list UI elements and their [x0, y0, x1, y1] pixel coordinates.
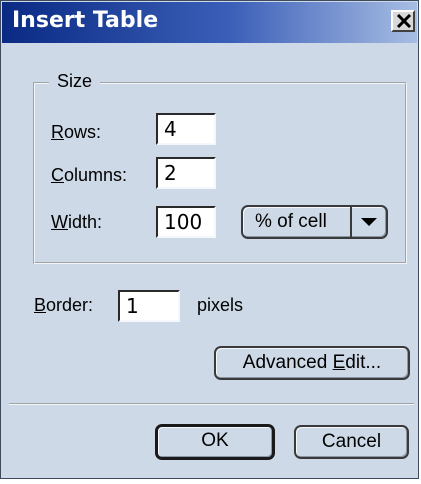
title-bar[interactable]: Insert Table	[2, 2, 417, 43]
width-unit-value: % of cell	[255, 211, 327, 232]
close-icon	[396, 14, 412, 28]
dialog-title: Insert Table	[12, 8, 159, 33]
rows-input[interactable]: 4	[156, 113, 216, 145]
width-label: Width:	[51, 212, 103, 232]
width-input[interactable]: 100	[156, 206, 216, 238]
cancel-button[interactable]: Cancel	[294, 425, 409, 459]
width-unit-dropdown[interactable]: % of cell	[241, 205, 388, 239]
border-input[interactable]: 1	[118, 290, 180, 322]
columns-label: Columns:	[51, 165, 128, 185]
ok-button[interactable]: OK	[155, 424, 275, 460]
border-label: Border:	[34, 295, 94, 315]
border-unit-label: pixels	[197, 295, 244, 315]
chevron-down-icon	[361, 218, 377, 226]
rows-label: Rows:	[51, 122, 102, 142]
insert-table-dialog: Insert Table Size Rows: 4 Columns: 2 Wid…	[0, 0, 419, 479]
separator	[9, 403, 414, 405]
dropdown-arrow[interactable]	[350, 207, 386, 237]
advanced-edit-button[interactable]: Advanced Edit...	[214, 346, 410, 380]
columns-input[interactable]: 2	[156, 157, 216, 189]
size-group-legend: Size	[49, 71, 101, 92]
close-button[interactable]	[391, 10, 415, 32]
